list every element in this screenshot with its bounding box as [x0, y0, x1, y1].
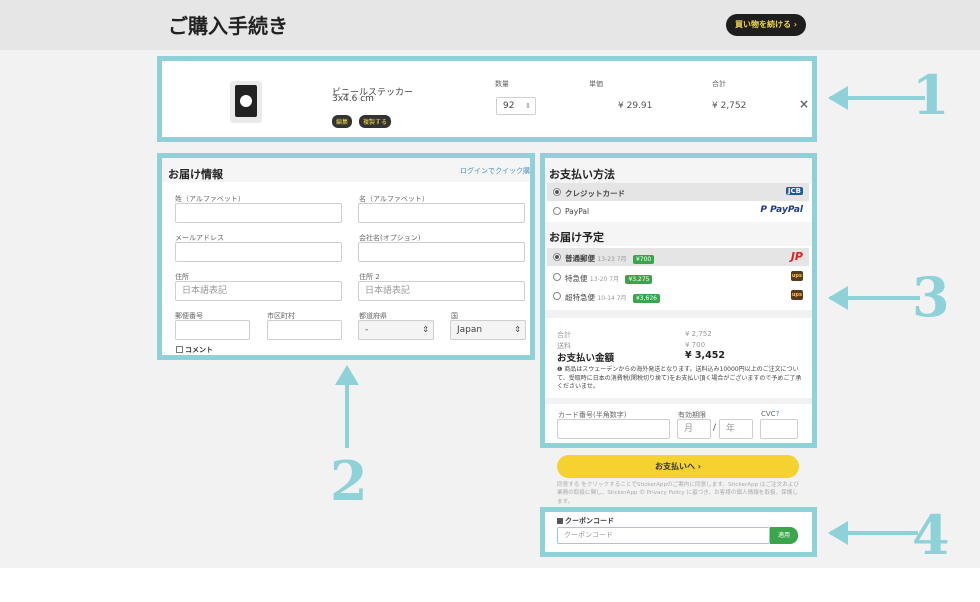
terms-text: 同意する をクリックすることでStickerAppのご案内に同意します。Stic…: [557, 482, 799, 505]
delivery-option-standard[interactable]: 普通郵便 13-23 7月 ¥700 JP: [547, 248, 809, 266]
cvc-label: CVC?: [761, 410, 779, 418]
login-link[interactable]: ログインでクイック購入: [460, 166, 530, 176]
select-arrow-icon: ⇕: [422, 325, 429, 334]
zip-input[interactable]: [175, 320, 250, 340]
total-label: お支払い金額: [557, 353, 615, 364]
standard-name: 普通郵便: [565, 254, 595, 263]
card-number-input[interactable]: [557, 419, 670, 439]
summary-divider: [545, 310, 812, 318]
expiry-month-input[interactable]: 月: [677, 419, 711, 439]
prefecture-select[interactable]: - ⇕: [358, 320, 434, 340]
arrowhead-4: [828, 521, 848, 545]
address-input[interactable]: 日本語表記: [175, 281, 342, 301]
standard-price-badge: ¥700: [632, 255, 655, 264]
super-express-days: 10-14 7月: [597, 295, 627, 302]
delivery-title: お届け予定: [549, 231, 604, 244]
coupon-input[interactable]: クーポンコード: [557, 527, 770, 544]
express-radio[interactable]: [553, 273, 561, 281]
annotation-number-4: 4: [912, 503, 950, 567]
pay-button[interactable]: お支払いへ ›: [557, 455, 799, 478]
super-express-name: 超特急便: [565, 293, 595, 302]
delivery-option-super-express[interactable]: 超特急便 10-14 7月 ¥3,626 ups: [547, 287, 809, 305]
comment-checkbox[interactable]: [176, 346, 183, 353]
payment-title: お支払い方法: [549, 168, 615, 181]
cvc-label-text: CVC: [761, 410, 776, 418]
annotation-number-2: 2: [330, 449, 368, 513]
shipping-form-panel: お届け情報 ログインでクイック購入 姓（アルファベット） 名（アルファベット） …: [157, 153, 535, 360]
shipping-fee-value: ¥ 700: [685, 341, 706, 349]
country-select[interactable]: Japan ⇕: [450, 320, 526, 340]
address2-input[interactable]: 日本語表記: [358, 281, 525, 301]
coupon-checkbox[interactable]: [557, 518, 563, 524]
shipping-title: お届け情報: [168, 168, 223, 181]
card-radio[interactable]: [553, 188, 561, 196]
unit-price-header: 単価: [589, 80, 603, 88]
unit-price: ¥ 29.91: [618, 101, 653, 111]
paypal-label: PayPal: [565, 207, 590, 216]
express-name: 特急便: [565, 274, 588, 283]
coupon-apply-button[interactable]: 適用: [770, 527, 798, 544]
quantity-stepper[interactable]: 92 ⇕: [496, 97, 536, 115]
select-arrow-icon: ⇕: [514, 325, 521, 334]
quantity-value: 92: [503, 101, 515, 111]
prefecture-value: -: [365, 325, 369, 335]
standard-days: 13-23 7月: [597, 256, 627, 263]
product-size: 3x4.6 cm: [332, 94, 374, 104]
standard-radio[interactable]: [553, 253, 561, 261]
page-title: ご購入手続き: [168, 14, 288, 38]
subtotal-value: ¥ 2,752: [685, 330, 712, 338]
edit-button[interactable]: 編集: [332, 115, 353, 128]
subtotal-label: 合計: [557, 331, 571, 339]
super-express-radio[interactable]: [553, 292, 561, 300]
express-price-badge: ¥3,275: [625, 275, 653, 284]
total-header: 合計: [712, 80, 726, 88]
email-input[interactable]: [175, 242, 342, 262]
duplicate-button[interactable]: 複製する: [359, 115, 392, 128]
stepper-icon[interactable]: ⇕: [525, 98, 531, 114]
first-name-input[interactable]: [358, 203, 525, 223]
checkout-page: ご購入手続き 買い物を続ける › ビニールステッカー 3x4.6 cm 編集 複…: [0, 0, 980, 568]
arrowhead-3: [828, 286, 848, 310]
paypal-radio[interactable]: [553, 207, 561, 215]
cart-item-panel: ビニールステッカー 3x4.6 cm 編集 複製する 数量 単価 合計 92 ⇕…: [157, 56, 817, 142]
paypal-icon: P PayPal: [760, 205, 803, 215]
ups-icon: ups: [790, 290, 803, 300]
top-bar: ご購入手続き 買い物を続ける ›: [0, 0, 980, 50]
jcb-icon: JCB: [785, 187, 803, 195]
company-input[interactable]: [358, 242, 525, 262]
city-input[interactable]: [267, 320, 342, 340]
card-label: クレジットカード: [565, 189, 625, 198]
expiry-slash: /: [713, 423, 717, 433]
qty-header: 数量: [495, 80, 509, 88]
line-total: ¥ 2,752: [712, 101, 747, 111]
annotation-number-1: 1: [912, 63, 950, 127]
payment-option-paypal[interactable]: PayPal P PayPal: [547, 202, 809, 220]
last-name-input[interactable]: [175, 203, 342, 223]
card-divider: [545, 398, 812, 404]
expiry-year-input[interactable]: 年: [719, 419, 753, 439]
continue-shopping-button[interactable]: 買い物を続ける ›: [726, 14, 806, 36]
super-express-price-badge: ¥3,626: [632, 294, 660, 303]
express-days: 13-20 7月: [589, 276, 620, 283]
payment-option-card[interactable]: クレジットカード JCB: [547, 183, 809, 201]
arrowhead-2: [335, 365, 359, 385]
remove-icon[interactable]: ×: [799, 97, 809, 111]
sticker-thumbnail: [230, 81, 262, 123]
annotation-arrow-2: [345, 378, 349, 448]
ups-icon: ups: [790, 271, 803, 281]
delivery-option-express[interactable]: 特急便 13-20 7月 ¥3,275 ups: [547, 268, 809, 286]
coupon-label: クーポンコード: [565, 517, 614, 525]
tax-notice: ❶ 商品はスウェーデンからの海外発送となります。送料込み10000円以上のご注文…: [557, 366, 802, 391]
japan-post-icon: JP: [790, 250, 803, 263]
arrowhead-1: [828, 86, 848, 110]
annotation-number-3: 3: [912, 265, 950, 329]
comment-label: コメント: [185, 346, 213, 354]
cvc-input[interactable]: [760, 419, 798, 439]
total-value: ¥ 3,452: [685, 350, 725, 361]
cvc-help-icon[interactable]: ?: [776, 410, 780, 418]
country-value: Japan: [457, 325, 483, 335]
